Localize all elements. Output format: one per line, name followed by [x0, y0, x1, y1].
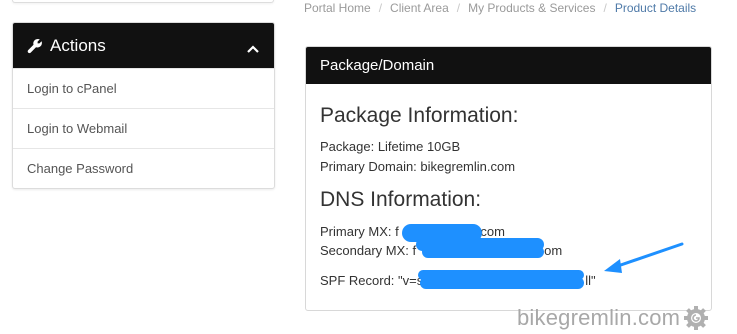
change-password-link[interactable]: Change Password — [13, 148, 274, 188]
previous-card-edge — [12, 0, 274, 3]
watermark: bikegremlin.com — [517, 303, 709, 333]
breadcrumb-my-products[interactable]: My Products & Services — [468, 1, 595, 15]
login-cpanel-link[interactable]: Login to cPanel — [13, 68, 274, 108]
breadcrumb: Portal Home / Client Area / My Products & Se… — [304, 1, 696, 15]
primary-domain-line: Primary Domain: bikegremlin.com — [320, 159, 516, 174]
wrench-icon — [27, 38, 43, 54]
arrow-icon — [604, 242, 684, 273]
breadcrumb-portal-home[interactable]: Portal Home — [304, 1, 371, 15]
breadcrumb-product-details: Product Details — [614, 1, 697, 15]
watermark-text: bikegremlin.com — [517, 305, 681, 330]
primary-mx-label: Primary MX: f — [320, 224, 399, 239]
package-line: Package: Lifetime 10GB — [320, 139, 461, 154]
breadcrumb-separator: / — [378, 1, 383, 15]
page: Actions Login to cPanel Login to Webmail… — [0, 0, 737, 334]
login-webmail-link[interactable]: Login to Webmail — [13, 108, 274, 148]
breadcrumb-client-area[interactable]: Client Area — [390, 1, 449, 15]
breadcrumb-separator: / — [456, 1, 461, 15]
package-domain-panel-title: Package/Domain — [306, 47, 711, 84]
gear-icon — [684, 306, 709, 330]
actions-panel-title: Actions — [50, 35, 106, 55]
secondary-mx-label: Secondary MX: f — [320, 243, 417, 258]
secondary-mx-tail: om — [544, 243, 563, 258]
actions-panel-header[interactable]: Actions — [13, 23, 274, 68]
actions-panel: Actions Login to cPanel Login to Webmail… — [12, 22, 275, 189]
spf-record-redaction — [420, 277, 584, 289]
spf-record-tail: ll" — [585, 273, 596, 288]
spf-record-label: SPF Record: "v=s — [320, 273, 424, 288]
breadcrumb-separator: / — [603, 1, 607, 15]
package-information-heading: Package Information: — [320, 104, 519, 127]
chevron-up-icon[interactable] — [246, 41, 260, 53]
dns-information-heading: DNS Information: — [320, 188, 482, 211]
secondary-mx-redaction — [422, 246, 544, 258]
